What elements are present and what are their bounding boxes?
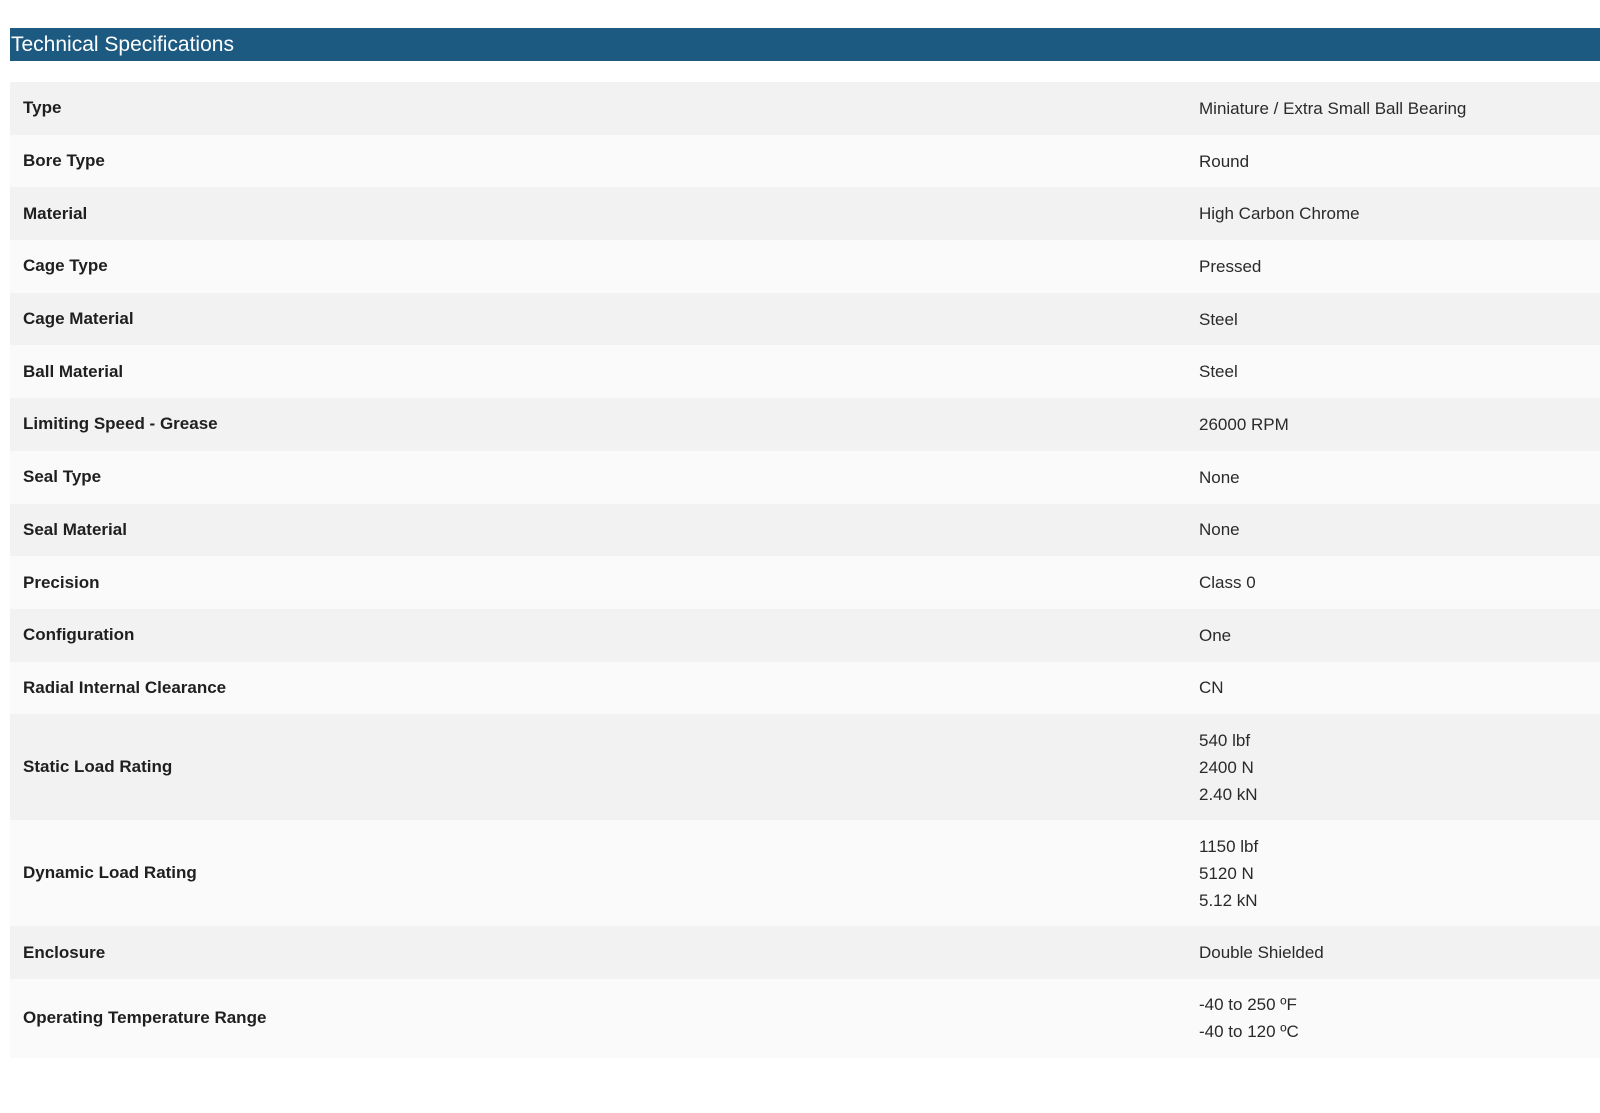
spec-row: Type Miniature / Extra Small Ball Bearing	[10, 82, 1600, 135]
spec-value: Miniature / Extra Small Ball Bearing	[1199, 82, 1600, 135]
spec-label: Seal Type	[23, 467, 102, 487]
spec-label: Radial Internal Clearance	[23, 677, 227, 697]
spec-row: Material High Carbon Chrome	[10, 187, 1600, 241]
spec-value-line: Miniature / Extra Small Ball Bearing	[1199, 98, 1467, 118]
spec-row: Cage Type Pressed	[10, 240, 1600, 293]
spec-label: Enclosure	[23, 942, 106, 962]
spec-value-line: 5.12 kN	[1199, 890, 1258, 910]
spec-value-line: Steel	[1199, 309, 1238, 329]
spec-label: Limiting Speed - Grease	[23, 414, 218, 434]
spec-value-line: 1150 lbf	[1199, 836, 1259, 856]
spec-row: Static Load Rating 540 lbf 2400 N 2.40 kN	[10, 714, 1600, 821]
spec-value: 26000 RPM	[1199, 398, 1600, 451]
spec-value: Steel	[1199, 293, 1600, 346]
spec-table-body: Type Miniature / Extra Small Ball Bearing…	[10, 82, 1600, 1058]
spec-value-line: Pressed	[1199, 256, 1262, 276]
spec-value-line: Steel	[1199, 362, 1238, 382]
spec-value: None	[1199, 504, 1600, 557]
spec-value-line: None	[1199, 520, 1240, 540]
spec-label: Type	[23, 98, 62, 118]
spec-value: One	[1199, 609, 1600, 662]
spec-label: Material	[23, 203, 88, 223]
spec-value: Pressed	[1199, 240, 1600, 293]
spec-row: Operating Temperature Range -40 to 250 ºF…	[10, 978, 1600, 1058]
spec-value: CN	[1199, 662, 1600, 715]
spec-row: Precision Class 0	[10, 556, 1600, 609]
spec-label: Cage Type	[23, 256, 108, 276]
spec-value: 1150 lbf 5120 N 5.12 kN	[1199, 820, 1600, 926]
spec-row: Ball Material Steel	[10, 345, 1600, 399]
spec-value-line: Round	[1199, 151, 1250, 171]
spec-value-line: 5120 N	[1199, 863, 1254, 883]
spec-table: Type Miniature / Extra Small Ball Bearing…	[10, 82, 1600, 1058]
spec-value-line: None	[1199, 467, 1240, 487]
section-header: Technical Specifications	[10, 28, 1600, 61]
spec-value-line: Double Shielded	[1199, 943, 1324, 963]
spec-label: Precision	[23, 572, 100, 592]
spec-value-line: 2.40 kN	[1199, 784, 1258, 804]
spec-value-line: CN	[1199, 678, 1224, 698]
section-title: Technical Specifications	[11, 33, 234, 56]
spec-value-line: -40 to 120 ºC	[1199, 1022, 1299, 1042]
spec-value: None	[1199, 451, 1600, 504]
spec-label: Bore Type	[23, 151, 105, 171]
spec-value: 540 lbf 2400 N 2.40 kN	[1199, 714, 1600, 820]
spec-label: Configuration	[23, 625, 135, 645]
spec-value: Class 0	[1199, 556, 1600, 609]
spec-value-line: 540 lbf	[1199, 730, 1251, 750]
spec-label: Seal Material	[23, 519, 127, 539]
spec-label: Dynamic Load Rating	[23, 863, 197, 883]
spec-row: Enclosure Double Shielded	[10, 926, 1600, 979]
spec-row: Limiting Speed - Grease 26000 RPM	[10, 398, 1600, 451]
spec-row: Seal Type None	[10, 450, 1600, 504]
spec-row: Dynamic Load Rating 1150 lbf 5120 N 5.12 kN	[10, 820, 1600, 927]
technical-specifications-page: Technical Specifications Type Miniature /…	[0, 0, 1600, 1113]
spec-label: Operating Temperature Range	[23, 1008, 267, 1028]
spec-value-line: -40 to 250 ºF	[1199, 995, 1297, 1015]
spec-label: Cage Material	[23, 309, 134, 329]
spec-value-line: Class 0	[1199, 573, 1256, 593]
spec-value-line: High Carbon Chrome	[1199, 204, 1360, 224]
spec-label: Static Load Rating	[23, 757, 173, 777]
spec-label: Ball Material	[23, 361, 124, 381]
spec-value-line: One	[1199, 625, 1232, 645]
spec-value: Double Shielded	[1199, 926, 1600, 979]
spec-row: Cage Material Steel	[10, 292, 1600, 346]
spec-row: Radial Internal Clearance CN	[10, 661, 1600, 715]
spec-value: -40 to 250 ºF -40 to 120 ºC	[1199, 979, 1600, 1058]
spec-value: Round	[1199, 135, 1600, 188]
spec-value-line: 26000 RPM	[1199, 414, 1289, 434]
spec-row: Configuration One	[10, 608, 1600, 662]
spec-row: Seal Material None	[10, 503, 1600, 557]
spec-value: High Carbon Chrome	[1199, 187, 1600, 240]
spec-value-line: 2400 N	[1199, 757, 1254, 777]
spec-value: Steel	[1199, 345, 1600, 398]
spec-row: Bore Type Round	[10, 134, 1600, 188]
